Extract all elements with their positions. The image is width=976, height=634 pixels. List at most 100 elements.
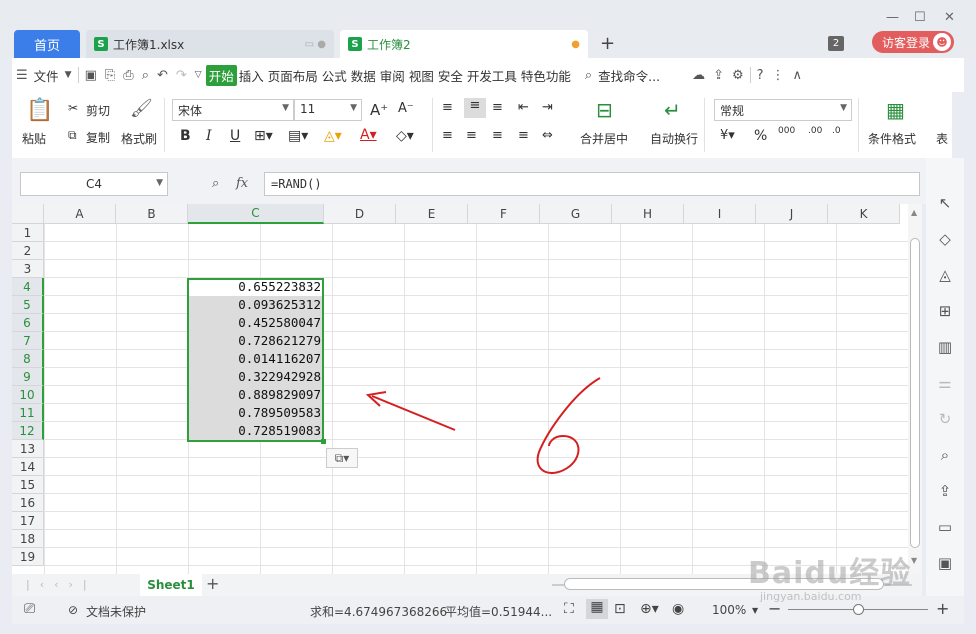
row-header-3[interactable]: 3	[12, 260, 44, 278]
copy-button[interactable]: 复制	[86, 129, 110, 146]
formula-input[interactable]: =RAND()	[264, 172, 920, 196]
row-header-9[interactable]: 9	[12, 368, 44, 386]
row-header-14[interactable]: 14	[12, 458, 44, 476]
wrap-text-icon[interactable]: ↵	[664, 98, 681, 122]
window-count-badge[interactable]: 2	[828, 36, 844, 51]
column-header-j[interactable]: J	[756, 204, 828, 224]
paste-button[interactable]: 粘贴	[22, 130, 46, 147]
print-icon[interactable]: ⎙	[123, 68, 133, 83]
zoom-in-icon[interactable]: +	[936, 599, 949, 618]
row-header-10[interactable]: 10	[12, 386, 44, 404]
zoom-search-icon[interactable]: ⌕	[212, 176, 219, 191]
increase-font-icon[interactable]: A⁺	[370, 101, 388, 119]
conditional-format-icon[interactable]: ▦	[886, 98, 905, 122]
guest-login-button[interactable]: 访客登录 ☻	[872, 31, 954, 53]
format-painter-button[interactable]: 格式刷	[121, 130, 157, 147]
cell-c7[interactable]: 0.728621279	[188, 332, 323, 350]
currency-icon[interactable]: ¥▾	[720, 128, 735, 143]
cell-c8[interactable]: 0.014116207	[188, 350, 323, 368]
archive-icon[interactable]: ▭	[935, 518, 955, 538]
column-header-a[interactable]: A	[44, 204, 116, 224]
column-header-k[interactable]: K	[828, 204, 900, 224]
menu-developer[interactable]: 开发工具	[465, 66, 519, 85]
table-style-button[interactable]: 表	[936, 130, 948, 147]
eye-protection-icon[interactable]: ◉	[672, 601, 684, 617]
cell-c12[interactable]: 0.728519083	[188, 422, 323, 440]
scroll-thumb[interactable]	[910, 238, 920, 548]
column-header-f[interactable]: F	[468, 204, 540, 224]
format-painter-icon[interactable]: 🖌	[130, 98, 153, 119]
thousands-icon[interactable]: 000	[778, 126, 795, 136]
bold-button[interactable]: B	[180, 128, 191, 144]
home-tab[interactable]: 首页	[14, 30, 80, 58]
indent-decrease-icon[interactable]: ⇤	[518, 100, 529, 115]
row-header-19[interactable]: 19	[12, 548, 44, 566]
menu-view[interactable]: 视图	[407, 66, 436, 85]
shapes-icon[interactable]: ◇	[935, 230, 955, 250]
reading-mode-icon[interactable]: ⊕▾	[640, 601, 659, 617]
menu-home[interactable]: 开始	[205, 64, 237, 86]
row-header-18[interactable]: 18	[12, 530, 44, 548]
share-icon[interactable]: ⇪	[713, 68, 724, 83]
sheet-nav-icon[interactable]: |‹‹›|	[26, 578, 97, 591]
normal-view-icon[interactable]: ▦	[586, 599, 608, 619]
command-search[interactable]: 查找命令...	[596, 66, 662, 85]
merge-cells-icon[interactable]: ⊟	[596, 98, 613, 122]
align-right-icon[interactable]: ≡	[492, 128, 503, 143]
row-header-8[interactable]: 8	[12, 350, 44, 368]
cell-c5[interactable]: 0.093625312	[188, 296, 323, 314]
picture-icon[interactable]: ▣	[935, 554, 955, 574]
cell-c11[interactable]: 0.789509583	[188, 404, 323, 422]
tab-workbook1[interactable]: S 工作簿1.xlsx ▭ ●	[86, 30, 334, 58]
italic-button[interactable]: I	[206, 128, 212, 144]
row-header-1[interactable]: 1	[12, 224, 44, 242]
tab-pin-icon[interactable]: ▭ ●	[305, 39, 326, 50]
cursor-icon[interactable]: ↖	[935, 194, 955, 214]
conditional-format-button[interactable]: 条件格式	[868, 130, 916, 147]
export-icon[interactable]: ⎘	[105, 68, 115, 83]
settings-sliders-icon[interactable]: ⚌	[935, 374, 955, 394]
maximize-icon[interactable]: ☐	[914, 10, 926, 25]
percent-icon[interactable]: %	[754, 128, 767, 144]
menu-features[interactable]: 特色功能	[519, 66, 573, 85]
cut-button[interactable]: 剪切	[86, 102, 110, 119]
sheet-tab-sheet1[interactable]: Sheet1	[140, 574, 202, 596]
merge-center-button[interactable]: 合并居中	[580, 130, 628, 147]
fullscreen-icon[interactable]: ⛶	[564, 601, 574, 617]
export-icon[interactable]: ⇪	[935, 482, 955, 502]
insert-function-icon[interactable]: fx	[236, 176, 248, 191]
menu-security[interactable]: 安全	[436, 66, 465, 85]
chevron-down-icon[interactable]: ▼	[65, 70, 72, 80]
cell-c4[interactable]: 0.655223832	[188, 278, 323, 296]
search-icon[interactable]: ⌕	[585, 68, 592, 83]
copy-icon[interactable]: ⧉	[68, 128, 77, 143]
help-icon[interactable]: ?	[757, 68, 764, 83]
minimize-icon[interactable]: —	[886, 10, 899, 25]
layers-icon[interactable]: ◬	[935, 266, 955, 286]
cell-c10[interactable]: 0.889829097	[188, 386, 323, 404]
font-color-icon[interactable]: A▾	[360, 127, 377, 143]
row-header-7[interactable]: 7	[12, 332, 44, 350]
indent-increase-icon[interactable]: ⇥	[542, 100, 553, 115]
select-all-corner[interactable]	[12, 204, 44, 224]
row-header-5[interactable]: 5	[12, 296, 44, 314]
save-icon[interactable]: ▣	[85, 68, 97, 83]
customize-icon[interactable]: ▽	[195, 70, 202, 80]
font-size-select[interactable]: 11 ▼	[294, 99, 362, 121]
row-header-13[interactable]: 13	[12, 440, 44, 458]
number-format-select[interactable]: 常规 ▼	[714, 99, 852, 121]
protect-status[interactable]: 文档未保护	[86, 603, 146, 620]
row-header-4[interactable]: 4	[12, 278, 44, 296]
cloud-icon[interactable]: ☁	[692, 68, 705, 83]
border-icon[interactable]: ⊞▾	[254, 128, 273, 144]
increase-decimal-icon[interactable]: .00	[808, 126, 822, 136]
row-header-17[interactable]: 17	[12, 512, 44, 530]
row-header-6[interactable]: 6	[12, 314, 44, 332]
decrease-font-icon[interactable]: A⁻	[398, 101, 414, 116]
scroll-up-icon[interactable]: ▲	[911, 208, 917, 217]
wrap-text-button[interactable]: 自动换行	[650, 130, 698, 147]
font-family-select[interactable]: 宋体 ▼	[172, 99, 294, 121]
align-left-icon[interactable]: ≡	[442, 128, 453, 143]
apps-grid-icon[interactable]: ⊞	[935, 302, 955, 322]
fill-handle[interactable]	[321, 439, 326, 444]
